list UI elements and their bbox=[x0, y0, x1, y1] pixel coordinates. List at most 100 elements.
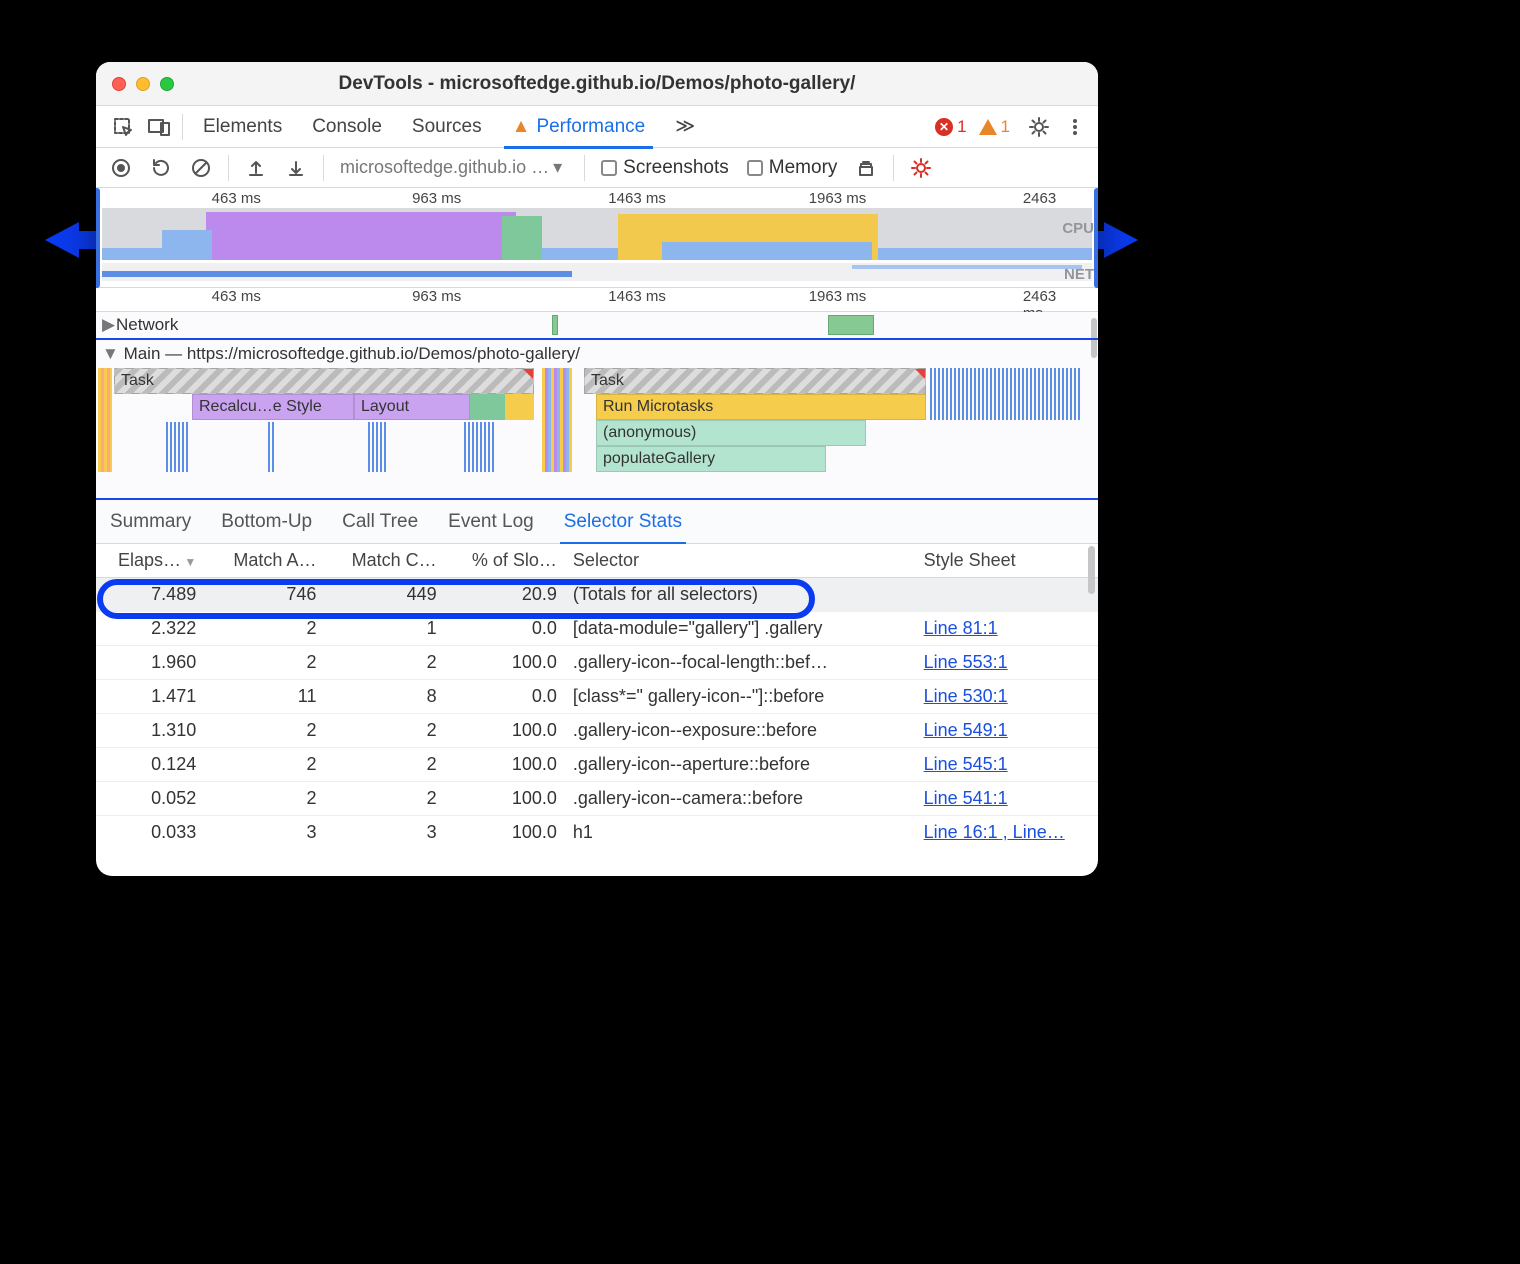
network-track-header[interactable]: ▶ Network bbox=[96, 312, 1098, 338]
scrollbar[interactable] bbox=[1088, 546, 1095, 594]
tab-sources[interactable]: Sources bbox=[398, 106, 496, 148]
overview-handle-left[interactable] bbox=[96, 188, 100, 288]
errors-badge[interactable]: ✕ 1 bbox=[935, 117, 966, 137]
clear-icon[interactable] bbox=[184, 151, 218, 185]
upload-icon[interactable] bbox=[239, 151, 273, 185]
cell: 0.0 bbox=[447, 612, 567, 646]
tab-event-log[interactable]: Event Log bbox=[448, 500, 534, 544]
tick-label: 963 ms bbox=[412, 288, 461, 305]
checkbox-icon bbox=[601, 160, 617, 176]
tab-console-label: Console bbox=[312, 116, 382, 138]
table-row[interactable]: 1.4711180.0[class*=" gallery-icon--"]::b… bbox=[96, 680, 1098, 714]
table-row[interactable]: 0.05222100.0.gallery-icon--camera::befor… bbox=[96, 782, 1098, 816]
col-elapsed-label: Elaps… bbox=[118, 550, 181, 570]
network-event[interactable] bbox=[828, 315, 874, 335]
tab-selector-stats[interactable]: Selector Stats bbox=[564, 500, 682, 544]
flamechart-tracks[interactable]: ▶ Network ▼ Main — https://microsoftedge… bbox=[96, 312, 1098, 500]
main-track-header[interactable]: ▼ Main — https://microsoftedge.github.io… bbox=[96, 340, 1098, 368]
task-bar[interactable]: Task bbox=[114, 368, 534, 394]
errors-count: 1 bbox=[957, 117, 966, 137]
inspect-element-icon[interactable] bbox=[106, 110, 140, 144]
cell: 8 bbox=[326, 680, 446, 714]
tab-selectorstats-label: Selector Stats bbox=[564, 511, 682, 533]
cell: 449 bbox=[326, 578, 446, 612]
run-microtasks-bar[interactable]: Run Microtasks bbox=[596, 394, 926, 420]
tab-calltree-label: Call Tree bbox=[342, 511, 418, 533]
tick-label: 463 ms bbox=[212, 288, 261, 305]
timeline-overview[interactable]: 463 ms 963 ms 1463 ms 1963 ms 2463 ms CP… bbox=[96, 188, 1098, 288]
cell: 100.0 bbox=[447, 714, 567, 748]
stylesheet-link[interactable]: Line 545:1 bbox=[924, 754, 1008, 774]
stylesheet-link[interactable]: Line 530:1 bbox=[924, 686, 1008, 706]
main-thread-track[interactable]: ▼ Main — https://microsoftedge.github.io… bbox=[96, 338, 1098, 478]
cell: 0.052 bbox=[96, 782, 206, 816]
activity-stripes bbox=[930, 368, 1082, 394]
stylesheet-link[interactable]: Line 541:1 bbox=[924, 788, 1008, 808]
cell: Line 545:1 bbox=[918, 748, 1098, 782]
tab-bottom-up[interactable]: Bottom-Up bbox=[221, 500, 312, 544]
download-icon[interactable] bbox=[279, 151, 313, 185]
stylesheet-link[interactable]: Line 549:1 bbox=[924, 720, 1008, 740]
screenshots-checkbox[interactable]: Screenshots bbox=[601, 157, 729, 179]
col-stylesheet[interactable]: Style Sheet bbox=[918, 544, 1098, 578]
anonymous-bar[interactable]: (anonymous) bbox=[596, 420, 866, 446]
table-row[interactable]: 2.322210.0[data-module="gallery"] .galle… bbox=[96, 612, 1098, 646]
cell: 100.0 bbox=[447, 816, 567, 850]
recalc-style-bar[interactable]: Recalcu…e Style bbox=[192, 394, 354, 420]
reload-record-icon[interactable] bbox=[144, 151, 178, 185]
memory-checkbox[interactable]: Memory bbox=[747, 157, 838, 179]
cell: Line 530:1 bbox=[918, 680, 1098, 714]
cell: Line 553:1 bbox=[918, 646, 1098, 680]
collect-garbage-icon[interactable] bbox=[849, 151, 883, 185]
cell: Line 81:1 bbox=[918, 612, 1098, 646]
stylesheet-link[interactable]: Line 81:1 bbox=[924, 618, 998, 638]
warnings-badge[interactable]: 1 bbox=[979, 117, 1010, 137]
tab-performance[interactable]: ▲ Performance bbox=[498, 106, 660, 148]
cell: 0.124 bbox=[96, 748, 206, 782]
warning-icon: ▲ bbox=[512, 116, 531, 138]
table-row[interactable]: 0.03333100.0h1Line 16:1 , Line… bbox=[96, 816, 1098, 850]
table-row[interactable]: 0.12422100.0.gallery-icon--aperture::bef… bbox=[96, 748, 1098, 782]
col-elapsed[interactable]: Elaps… bbox=[96, 544, 206, 578]
tab-elements[interactable]: Elements bbox=[189, 106, 296, 148]
cell: 2 bbox=[326, 782, 446, 816]
recording-target-dropdown[interactable]: microsoftedge.github.io … ▾ bbox=[334, 157, 574, 178]
layout-bar[interactable]: Layout bbox=[354, 394, 470, 420]
more-tabs-button[interactable]: ≫ bbox=[661, 106, 709, 148]
activity-stripes bbox=[930, 394, 1082, 420]
populate-gallery-bar[interactable]: populateGallery bbox=[596, 446, 826, 472]
capture-settings-gear-icon[interactable] bbox=[904, 151, 938, 185]
task-bar[interactable]: Task bbox=[584, 368, 926, 394]
more-options-icon[interactable] bbox=[1058, 110, 1092, 144]
mixed-activity-bar[interactable] bbox=[470, 394, 534, 420]
network-event[interactable] bbox=[552, 315, 558, 335]
tick-label: 1963 ms bbox=[809, 288, 867, 305]
stylesheet-link[interactable]: Line 553:1 bbox=[924, 652, 1008, 672]
table-row[interactable]: 1.31022100.0.gallery-icon--exposure::bef… bbox=[96, 714, 1098, 748]
checkbox-icon bbox=[747, 160, 763, 176]
record-button-icon[interactable] bbox=[104, 151, 138, 185]
recalc-label: Recalcu…e Style bbox=[199, 398, 322, 415]
tab-call-tree[interactable]: Call Tree bbox=[342, 500, 418, 544]
device-toolbar-icon[interactable] bbox=[142, 110, 176, 144]
tab-console[interactable]: Console bbox=[298, 106, 396, 148]
col-match-count[interactable]: Match C… bbox=[326, 544, 446, 578]
col-slow-percent[interactable]: % of Slo… bbox=[447, 544, 567, 578]
cell: (Totals for all selectors) bbox=[567, 578, 918, 612]
cell: .gallery-icon--aperture::before bbox=[567, 748, 918, 782]
overview-handle-right[interactable] bbox=[1094, 188, 1098, 288]
settings-gear-icon[interactable] bbox=[1022, 110, 1056, 144]
cell: 2 bbox=[206, 646, 326, 680]
error-icon: ✕ bbox=[935, 118, 953, 136]
tab-summary[interactable]: Summary bbox=[110, 500, 191, 544]
col-selector[interactable]: Selector bbox=[567, 544, 918, 578]
cell: 2 bbox=[206, 714, 326, 748]
stylesheet-link[interactable]: Line 16:1 , Line… bbox=[924, 822, 1065, 842]
col-match-attempts[interactable]: Match A… bbox=[206, 544, 326, 578]
net-chart bbox=[102, 263, 1092, 281]
more-tabs-label: ≫ bbox=[675, 115, 695, 138]
cell: 100.0 bbox=[447, 748, 567, 782]
table-row[interactable]: 1.96022100.0.gallery-icon--focal-length:… bbox=[96, 646, 1098, 680]
table-row[interactable]: 7.48974644920.9(Totals for all selectors… bbox=[96, 578, 1098, 612]
cell: 1.960 bbox=[96, 646, 206, 680]
